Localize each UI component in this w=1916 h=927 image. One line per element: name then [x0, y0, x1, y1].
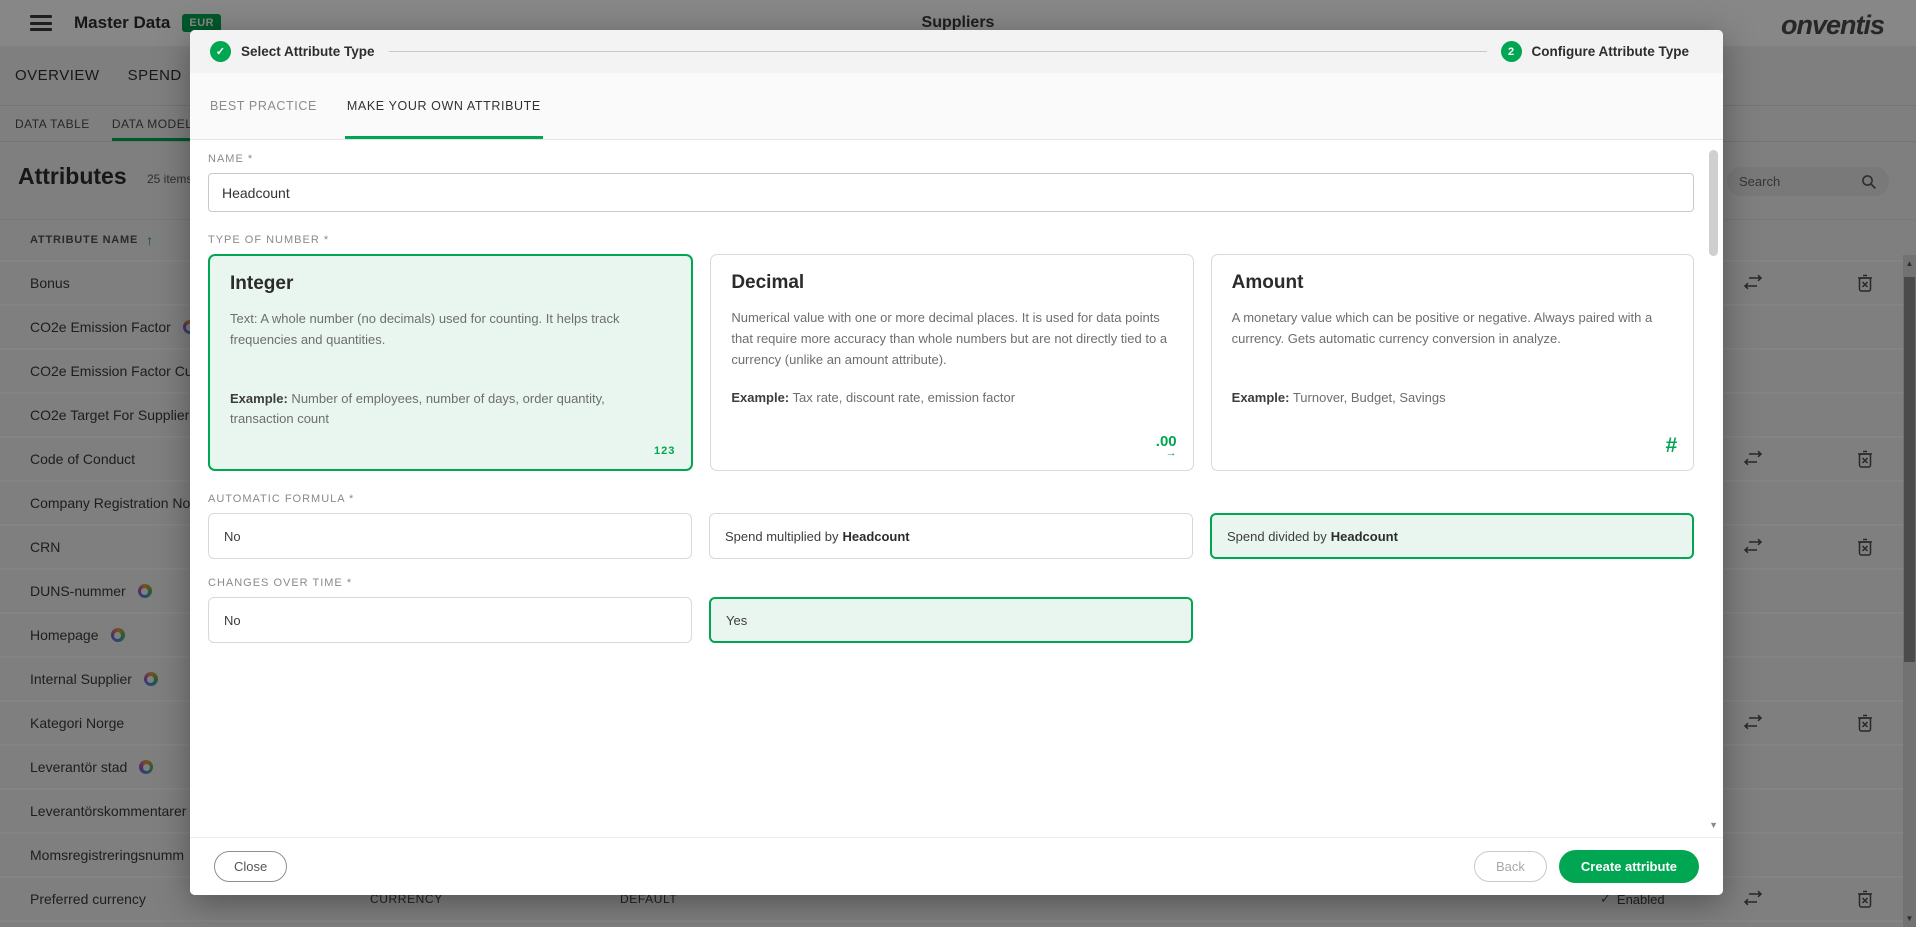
name-label: NAME * — [208, 153, 1683, 165]
automatic-formula-options: No Spend multiplied byHeadcount Spend di… — [208, 513, 1694, 559]
automatic-formula-label: AUTOMATIC FORMULA * — [208, 493, 1683, 505]
name-input[interactable] — [208, 173, 1694, 212]
dialog-tabs: BEST PRACTICE MAKE YOUR OWN ATTRIBUTE — [190, 73, 1723, 140]
integer-icon: 123 — [654, 445, 675, 457]
step2-label: Configure Attribute Type — [1532, 44, 1690, 59]
changes-over-time-label: CHANGES OVER TIME * — [208, 577, 1683, 589]
option-changes-yes[interactable]: Yes — [709, 597, 1193, 643]
card-example: Example: Turnover, Budget, Savings — [1232, 388, 1673, 408]
step-connector-line — [389, 51, 1487, 52]
changes-over-time-options: No Yes — [208, 597, 1694, 643]
step1-done-icon: ✓ — [210, 41, 231, 62]
close-button[interactable]: Close — [214, 851, 287, 882]
type-of-number-label: TYPE OF NUMBER * — [208, 234, 1683, 246]
card-description: Numerical value with one or more decimal… — [731, 308, 1172, 370]
step1-label: Select Attribute Type — [241, 44, 375, 59]
dialog-content: NAME * TYPE OF NUMBER * Integer Text: A … — [190, 140, 1723, 837]
card-title: Amount — [1232, 272, 1673, 294]
option-changes-no[interactable]: No — [208, 597, 692, 643]
back-button[interactable]: Back — [1474, 851, 1547, 882]
card-amount[interactable]: Amount A monetary value which can be pos… — [1211, 254, 1694, 471]
wizard-steps: ✓ Select Attribute Type 2 Configure Attr… — [190, 30, 1723, 73]
decimal-icon: .00→ — [1156, 436, 1177, 458]
card-title: Integer — [230, 273, 671, 295]
card-title: Decimal — [731, 272, 1172, 294]
tab-make-your-own-attribute[interactable]: MAKE YOUR OWN ATTRIBUTE — [345, 73, 543, 139]
dialog-scroll-down-icon[interactable]: ▼ — [1709, 820, 1718, 830]
card-integer[interactable]: Integer Text: A whole number (no decimal… — [208, 254, 693, 471]
option-formula-no[interactable]: No — [208, 513, 692, 559]
option-spend-divided[interactable]: Spend divided byHeadcount — [1210, 513, 1694, 559]
create-attribute-dialog: ✓ Select Attribute Type 2 Configure Attr… — [190, 30, 1723, 895]
card-example: Example: Number of employees, number of … — [230, 389, 671, 428]
type-cards: Integer Text: A whole number (no decimal… — [208, 254, 1694, 471]
card-decimal[interactable]: Decimal Numerical value with one or more… — [710, 254, 1193, 471]
option-spend-multiplied[interactable]: Spend multiplied byHeadcount — [709, 513, 1193, 559]
create-attribute-button[interactable]: Create attribute — [1559, 850, 1699, 883]
step2-number: 2 — [1501, 41, 1522, 62]
amount-icon: # — [1665, 434, 1677, 458]
card-description: Text: A whole number (no decimals) used … — [230, 309, 671, 351]
card-example: Example: Tax rate, discount rate, emissi… — [731, 388, 1172, 408]
dialog-scrollbar-thumb[interactable] — [1709, 150, 1718, 256]
tab-best-practice[interactable]: BEST PRACTICE — [208, 73, 319, 139]
dialog-footer: Close Back Create attribute — [190, 837, 1723, 895]
card-description: A monetary value which can be positive o… — [1232, 308, 1673, 350]
